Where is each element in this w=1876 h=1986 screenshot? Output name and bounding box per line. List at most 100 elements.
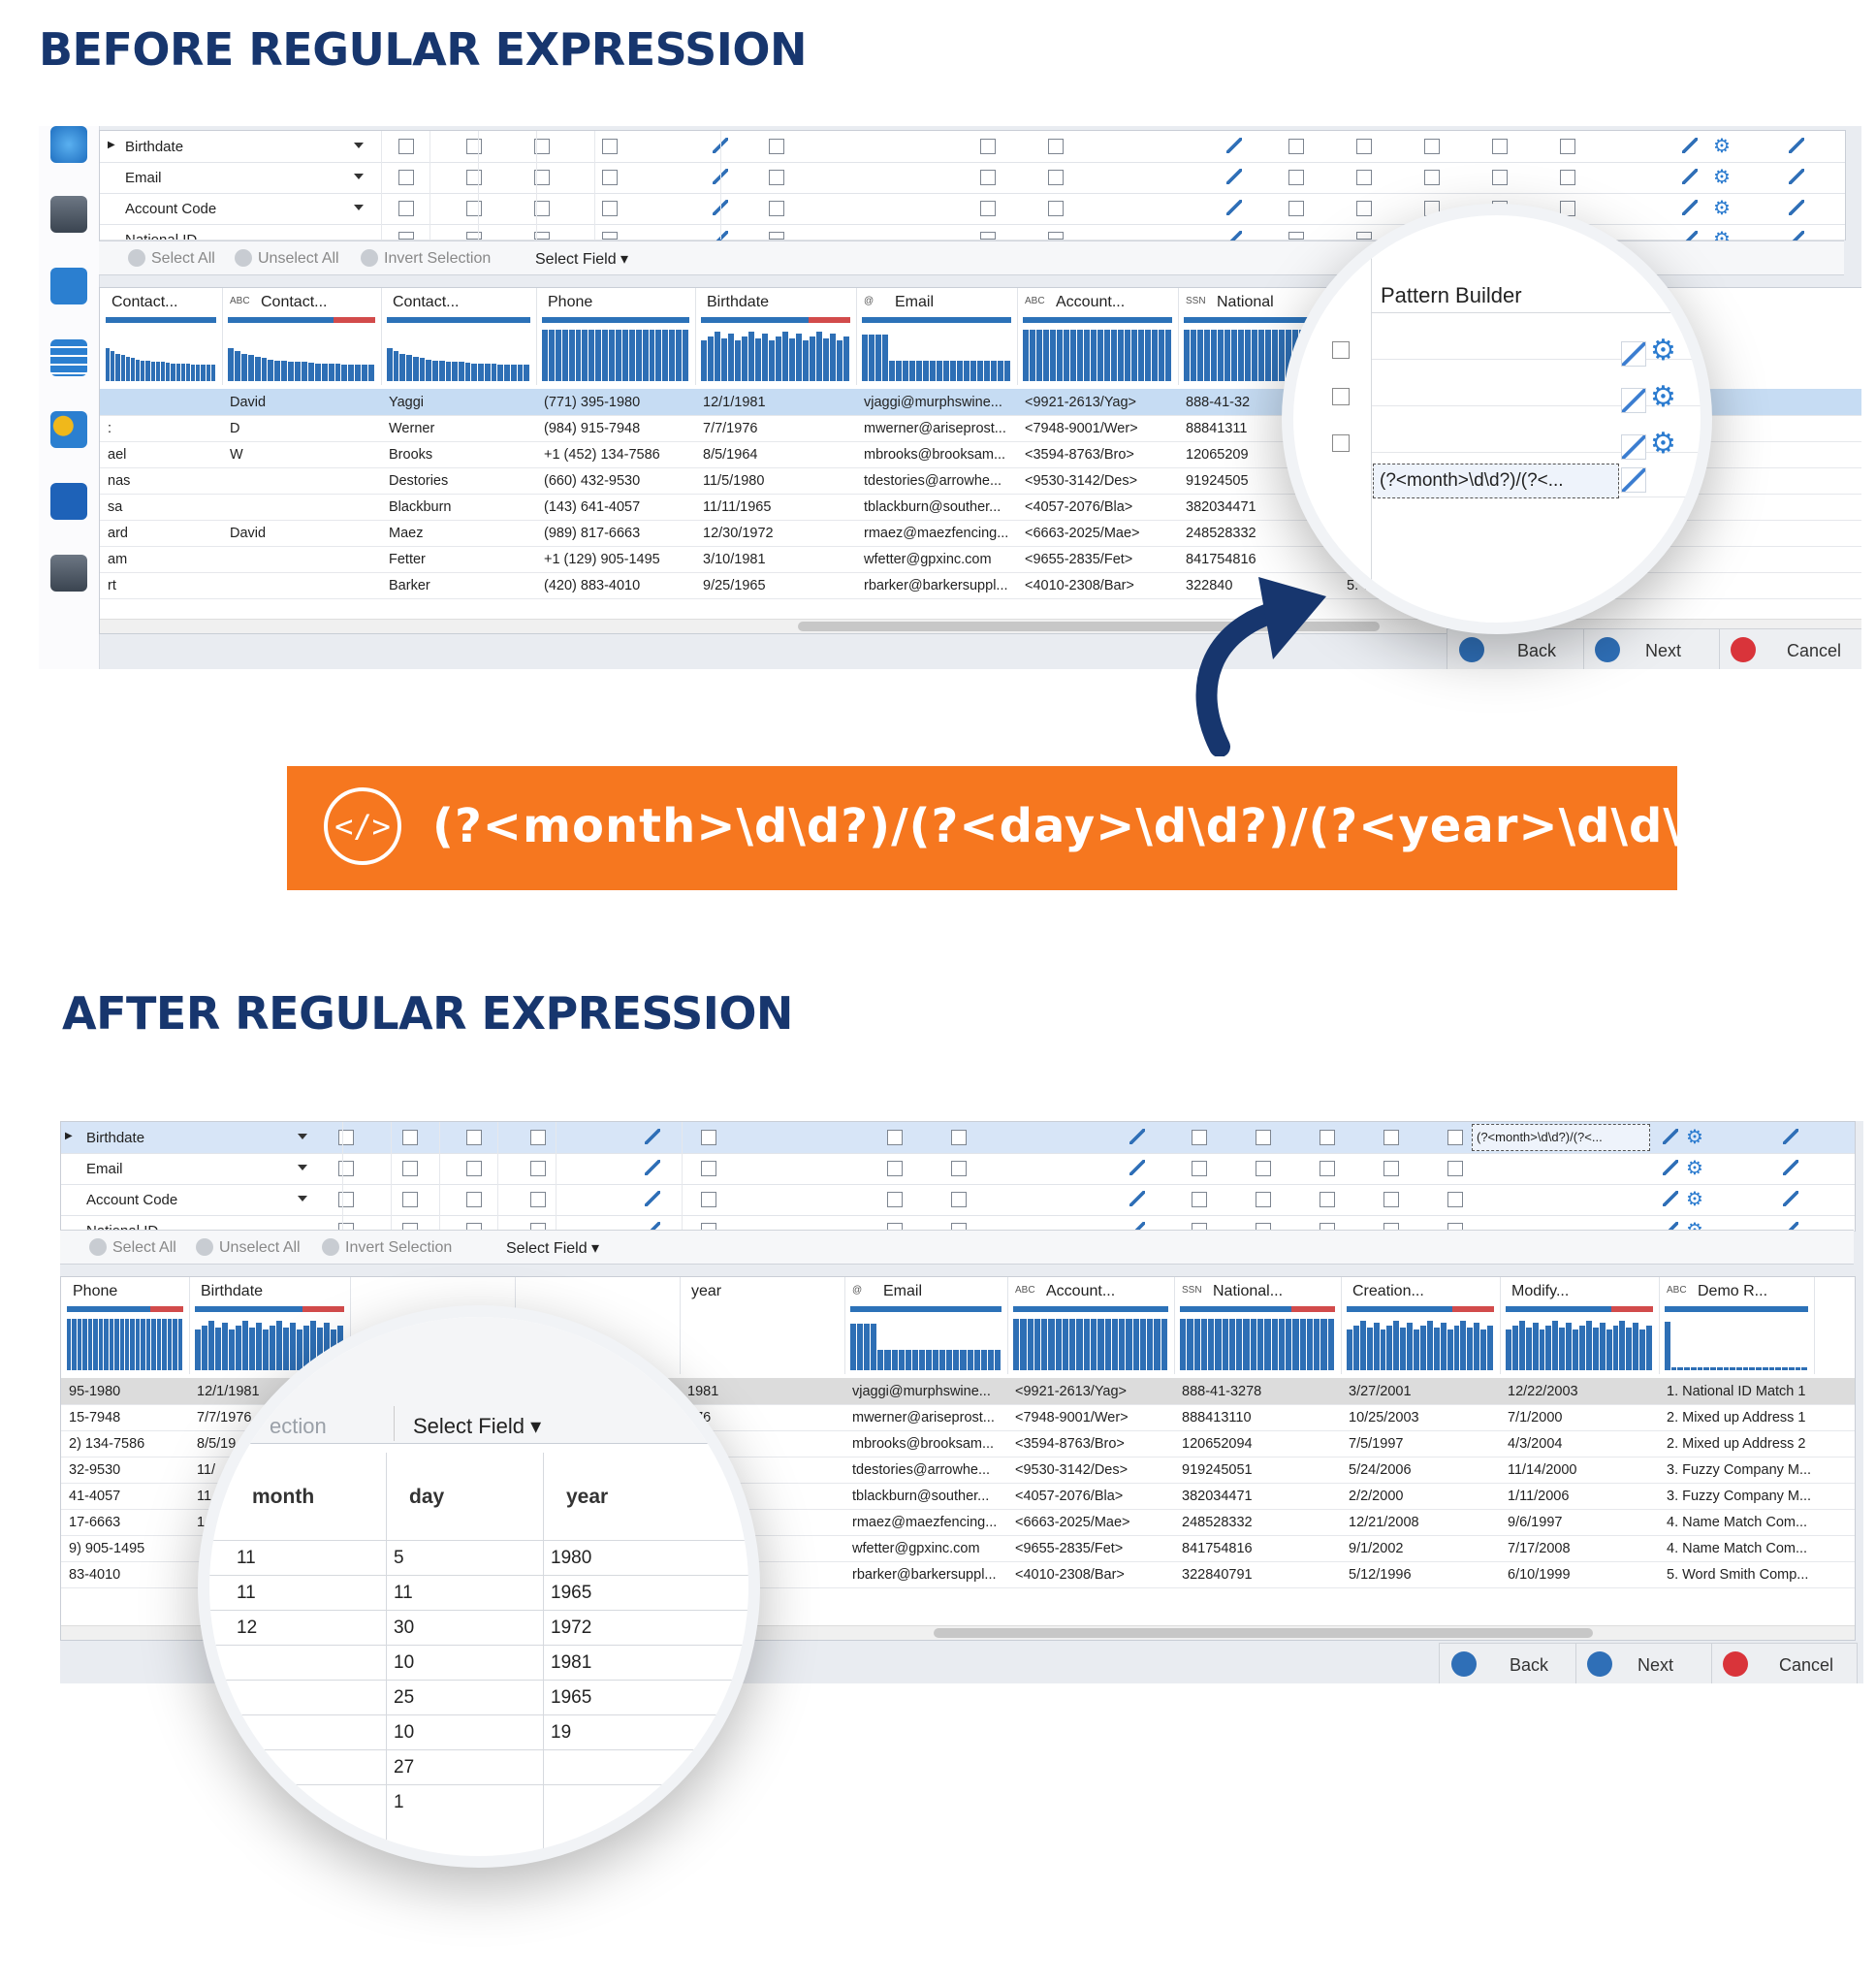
table-row[interactable] bbox=[209, 1610, 748, 1646]
unselect-all-button[interactable]: Unselect All bbox=[196, 1238, 301, 1257]
select-field-dropdown[interactable]: Select Field ▾ bbox=[506, 1238, 599, 1258]
include-checkbox[interactable] bbox=[398, 139, 414, 154]
include-checkbox[interactable] bbox=[466, 1130, 482, 1145]
column-header[interactable]: ABC Account... bbox=[1017, 288, 1179, 385]
include-checkbox[interactable] bbox=[1048, 170, 1064, 185]
edit-pen-icon[interactable] bbox=[645, 1191, 660, 1206]
include-checkbox[interactable] bbox=[466, 201, 482, 216]
column-header[interactable]: ABC Account... bbox=[1007, 1277, 1175, 1374]
table-icon[interactable] bbox=[50, 339, 87, 376]
include-checkbox[interactable] bbox=[1383, 1192, 1399, 1207]
include-checkbox[interactable] bbox=[1048, 201, 1064, 216]
invert-selection-button[interactable]: Invert Selection bbox=[361, 249, 491, 268]
edit-pen-icon[interactable] bbox=[1129, 1191, 1145, 1206]
include-checkbox[interactable] bbox=[402, 1192, 418, 1207]
screens-icon[interactable] bbox=[50, 483, 87, 520]
include-checkbox[interactable] bbox=[701, 1161, 716, 1176]
edit-pen-icon[interactable] bbox=[1129, 1160, 1145, 1175]
edit-pen-icon[interactable] bbox=[1663, 1129, 1678, 1144]
include-checkbox[interactable] bbox=[602, 201, 618, 216]
include-checkbox[interactable] bbox=[466, 232, 482, 240]
include-checkbox[interactable] bbox=[951, 1192, 967, 1207]
include-checkbox[interactable] bbox=[1356, 170, 1372, 185]
edit-pen-icon[interactable] bbox=[1226, 138, 1242, 153]
edit-pen-icon[interactable] bbox=[1621, 341, 1646, 367]
pattern-cell[interactable]: (?<month>\d\d?)/(?<... bbox=[1373, 464, 1619, 498]
include-checkbox[interactable] bbox=[1383, 1130, 1399, 1145]
include-checkbox[interactable] bbox=[769, 201, 784, 216]
cancel-button[interactable]: Cancel bbox=[1719, 629, 1861, 669]
include-checkbox[interactable] bbox=[338, 1161, 354, 1176]
include-checkbox[interactable] bbox=[769, 232, 784, 240]
include-checkbox[interactable] bbox=[1383, 1161, 1399, 1176]
gear-icon[interactable]: ⚙ bbox=[1686, 1125, 1703, 1149]
include-checkbox[interactable] bbox=[1256, 1130, 1271, 1145]
include-checkbox[interactable] bbox=[602, 232, 618, 240]
include-checkbox[interactable] bbox=[530, 1192, 546, 1207]
include-checkbox[interactable] bbox=[466, 170, 482, 185]
include-checkbox[interactable] bbox=[887, 1192, 903, 1207]
puzzle-icon[interactable] bbox=[50, 268, 87, 304]
include-checkbox[interactable] bbox=[398, 232, 414, 240]
column-header[interactable]: @ Email bbox=[856, 288, 1018, 385]
include-checkbox[interactable] bbox=[338, 1192, 354, 1207]
table-row[interactable] bbox=[209, 1784, 748, 1820]
column-header[interactable]: Phone bbox=[61, 1277, 190, 1374]
include-checkbox[interactable] bbox=[980, 170, 996, 185]
include-checkbox[interactable] bbox=[1560, 139, 1575, 154]
column-header[interactable]: @ Email bbox=[844, 1277, 1008, 1374]
include-checkbox[interactable] bbox=[1288, 139, 1304, 154]
include-checkbox[interactable] bbox=[769, 170, 784, 185]
include-checkbox[interactable] bbox=[398, 201, 414, 216]
include-checkbox[interactable] bbox=[1288, 232, 1304, 240]
select-all-button[interactable]: Select All bbox=[89, 1238, 176, 1257]
edit-pen-icon[interactable] bbox=[1783, 1129, 1798, 1144]
include-checkbox[interactable] bbox=[1256, 1161, 1271, 1176]
include-checkbox[interactable] bbox=[1320, 1161, 1335, 1176]
include-checkbox[interactable] bbox=[466, 1161, 482, 1176]
include-checkbox[interactable] bbox=[1256, 1192, 1271, 1207]
include-checkbox[interactable] bbox=[1192, 1130, 1207, 1145]
include-checkbox[interactable] bbox=[398, 170, 414, 185]
include-checkbox[interactable] bbox=[1356, 201, 1372, 216]
include-checkbox[interactable] bbox=[887, 1161, 903, 1176]
field-row[interactable]: Account Code bbox=[100, 193, 1845, 225]
edit-pen-icon[interactable] bbox=[1621, 388, 1646, 413]
include-checkbox[interactable] bbox=[530, 1130, 546, 1145]
include-checkbox[interactable] bbox=[1447, 1161, 1463, 1176]
back-button[interactable]: Back bbox=[1447, 629, 1584, 669]
include-checkbox[interactable] bbox=[1288, 170, 1304, 185]
invert-selection-button[interactable]: Invert Selection bbox=[322, 1238, 452, 1257]
include-checkbox[interactable] bbox=[466, 1192, 482, 1207]
edit-pen-icon[interactable] bbox=[1783, 1160, 1798, 1175]
select-field-dropdown[interactable]: Select Field ▾ bbox=[413, 1414, 541, 1439]
include-checkbox[interactable] bbox=[1048, 139, 1064, 154]
table-row[interactable] bbox=[209, 1540, 748, 1576]
column-header[interactable]: Modify... bbox=[1500, 1277, 1660, 1374]
include-checkbox[interactable] bbox=[338, 1130, 354, 1145]
include-checkbox[interactable] bbox=[1048, 232, 1064, 240]
edit-pen-icon[interactable] bbox=[1129, 1129, 1145, 1144]
include-checkbox[interactable] bbox=[701, 1192, 716, 1207]
edit-pen-icon[interactable] bbox=[1789, 200, 1804, 215]
edit-pen-icon[interactable] bbox=[1682, 200, 1698, 215]
include-checkbox[interactable] bbox=[1320, 1192, 1335, 1207]
edit-pen-icon[interactable] bbox=[1663, 1160, 1678, 1175]
capture-group-header[interactable]: year bbox=[566, 1486, 608, 1509]
gear-icon[interactable]: ⚙ bbox=[1650, 427, 1676, 461]
include-checkbox[interactable] bbox=[1560, 170, 1575, 185]
include-checkbox[interactable] bbox=[1447, 1130, 1463, 1145]
column-header[interactable]: SSN National... bbox=[1174, 1277, 1342, 1374]
include-checkbox[interactable] bbox=[1288, 201, 1304, 216]
include-checkbox[interactable] bbox=[1320, 1130, 1335, 1145]
include-checkbox[interactable] bbox=[980, 139, 996, 154]
edit-pen-icon[interactable] bbox=[1226, 169, 1242, 184]
database-icon[interactable] bbox=[50, 196, 87, 233]
gear-icon[interactable]: ⚙ bbox=[1686, 1156, 1703, 1180]
database-export-icon[interactable] bbox=[50, 555, 87, 592]
globe-icon[interactable] bbox=[50, 126, 87, 163]
capture-group-header[interactable]: month bbox=[252, 1486, 314, 1509]
cancel-button[interactable]: Cancel bbox=[1711, 1644, 1857, 1683]
edit-pen-icon[interactable] bbox=[1621, 467, 1646, 493]
gear-icon[interactable]: ⚙ bbox=[1650, 380, 1676, 414]
